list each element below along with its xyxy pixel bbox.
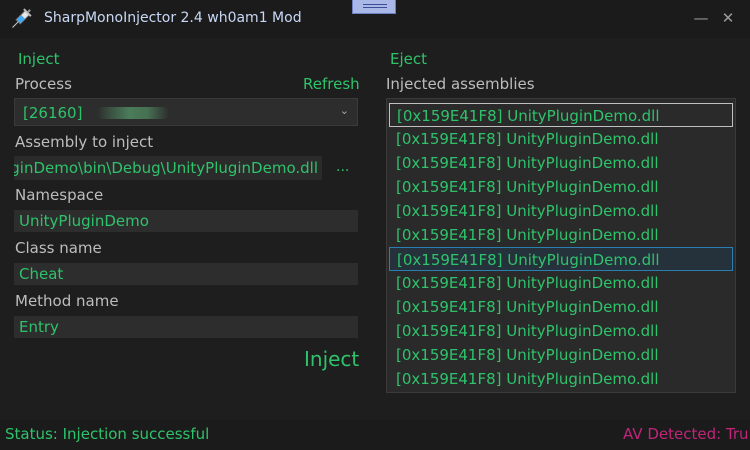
list-item[interactable]: [0x159E41F8] UnityPluginDemo.dll <box>389 343 733 367</box>
namespace-label: Namespace <box>15 186 104 204</box>
inject-button[interactable]: Inject <box>304 347 359 371</box>
minimize-icon[interactable]: — <box>692 9 710 27</box>
list-item[interactable]: [0x159E41F8] UnityPluginDemo.dll <box>389 223 733 247</box>
list-item[interactable]: [0x159E41F8] UnityPluginDemo.dll <box>389 271 733 295</box>
list-item[interactable]: [0x159E41F8] UnityPluginDemo.dll <box>389 199 733 223</box>
injected-assemblies-list[interactable]: [0x159E41F8] UnityPluginDemo.dll [0x159E… <box>386 98 736 393</box>
namespace-field[interactable]: UnityPluginDemo <box>14 210 358 232</box>
namespace-value: UnityPluginDemo <box>19 212 149 230</box>
status-bar: Status: Injection successful AV Detected… <box>0 420 750 450</box>
method-name-field[interactable]: Entry <box>14 316 358 338</box>
list-item[interactable]: [0x159E41F8] UnityPluginDemo.dll <box>389 295 733 319</box>
class-name-label: Class name <box>15 239 102 257</box>
process-select[interactable]: [26160] ⌄ <box>14 98 358 126</box>
chevron-down-icon: ⌄ <box>339 104 349 117</box>
list-item[interactable]: [0x159E41F8] UnityPluginDemo.dll <box>389 151 733 175</box>
class-name-field[interactable]: Cheat <box>14 263 358 285</box>
process-value: [26160] <box>23 104 83 122</box>
process-label: Process <box>15 75 72 93</box>
list-item[interactable]: [0x159E41F8] UnityPluginDemo.dll <box>389 367 733 391</box>
browse-button[interactable]: ... <box>336 159 349 175</box>
list-item[interactable]: [0x159E41F8] UnityPluginDemo.dll <box>389 247 733 271</box>
method-name-label: Method name <box>15 292 119 310</box>
list-item[interactable]: [0x159E41F8] UnityPluginDemo.dll <box>389 127 733 151</box>
redacted-process-name <box>97 107 169 119</box>
refresh-button[interactable]: Refresh <box>303 75 360 93</box>
assembly-path-field[interactable]: ginDemo\bin\Debug\UnityPluginDemo.dll <box>14 156 322 180</box>
window-title: SharpMonoInjector 2.4 wh0am1 Mod <box>44 10 302 26</box>
class-name-value: Cheat <box>19 265 64 283</box>
syringe-icon <box>12 8 32 28</box>
assembly-label: Assembly to inject <box>15 133 154 151</box>
eject-section-title: Eject <box>390 50 428 68</box>
list-item[interactable]: [0x159E41F8] UnityPluginDemo.dll <box>389 103 733 127</box>
list-item[interactable]: [0x159E41F8] UnityPluginDemo.dll <box>389 319 733 343</box>
inject-section-title: Inject <box>18 50 60 68</box>
close-icon[interactable]: ✕ <box>719 9 737 27</box>
title-bar[interactable]: SharpMonoInjector 2.4 wh0am1 Mod — ✕ <box>0 0 750 38</box>
injected-assemblies-label: Injected assemblies <box>386 75 535 93</box>
method-name-value: Entry <box>19 318 59 336</box>
list-item[interactable]: [0x159E41F8] UnityPluginDemo.dll <box>389 175 733 199</box>
drag-handle[interactable] <box>352 0 396 14</box>
assembly-path-value: ginDemo\bin\Debug\UnityPluginDemo.dll <box>14 159 318 177</box>
av-detected-text: AV Detected: Tru <box>623 425 749 443</box>
status-text: Status: Injection successful <box>5 425 210 443</box>
